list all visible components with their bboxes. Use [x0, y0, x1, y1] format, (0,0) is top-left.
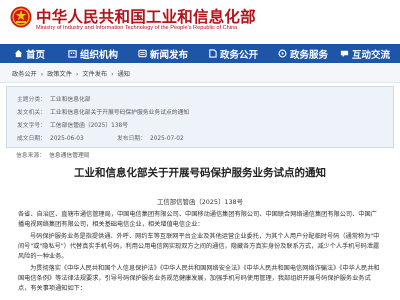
- document-number: 工信部信管函〔2025〕138号: [157, 198, 243, 206]
- info-category-label: 主题分类：: [17, 97, 46, 103]
- info-date-value: 2025-06-03: [50, 136, 84, 142]
- info-pubdate-label: 发布日期：: [117, 136, 146, 142]
- breadcrumb-item-notice[interactable]: 通知: [118, 71, 130, 78]
- nav-item-label: 政务公开: [220, 49, 259, 61]
- info-issuer-label: 发文机关：: [17, 110, 46, 116]
- document-paragraph: 号码保护服务业务是指提供通、外呼、网约车等互联网平台企业及其他运营企业委托，为其…: [18, 232, 383, 262]
- document-info-box: 主题分类： 工业和信息化部 发文机关： 工业和信息化部关于开展号码保护服务业务试点的…: [6, 86, 394, 148]
- public-icon: [209, 49, 217, 58]
- main-nav: 首页 组织机构 新闻发布 政务公开 政务服务 互动交流: [0, 44, 400, 63]
- site-title[interactable]: 中华人民共和国工业和信息化部: [36, 5, 256, 27]
- org-icon: [68, 50, 77, 58]
- info-number-label: 发文字号：: [17, 123, 46, 129]
- document-paragraph: 为贯彻落实《中华人民共和国个人信息保护法》《中华人民共和国网络安全法》《中华人民…: [18, 264, 383, 294]
- nav-item-label: 组织机构: [80, 49, 119, 61]
- info-pubdate-value: 2025-07-02: [150, 136, 184, 142]
- nav-item-label: 新闻发布: [150, 49, 189, 61]
- news-icon: [138, 49, 147, 58]
- info-category: 主题分类： 工业和信息化部: [17, 94, 91, 103]
- document-title: 工业和信息化部关于开展号码保护服务业务试点的通知: [74, 167, 326, 179]
- breadcrumb: 政务公开 › 政策文件 › 文件发布 › 通知: [12, 69, 132, 78]
- info-number: 发文字号： 工信部信管函〔2025〕138号: [17, 120, 128, 129]
- breadcrumb-item-policy[interactable]: 政策文件: [47, 71, 72, 78]
- info-source-label: 信息来源：: [16, 153, 45, 159]
- nav-item-service[interactable]: 政务服务: [278, 44, 328, 63]
- info-number-value: 工信部信管函〔2025〕138号: [50, 123, 128, 129]
- nav-item-home[interactable]: 首页: [14, 44, 45, 63]
- national-emblem-icon: [10, 6, 32, 28]
- nav-item-public[interactable]: 政务公开: [208, 44, 258, 63]
- breadcrumb-separator: ›: [75, 71, 79, 78]
- breadcrumb-item-public[interactable]: 政务公开: [12, 71, 37, 78]
- info-pubdate: 发布日期： 2025-07-02: [117, 133, 184, 142]
- breadcrumb-bar: 政务公开 › 政策文件 › 文件发布 › 通知: [0, 63, 400, 83]
- info-date-label: 成文日期：: [17, 136, 46, 142]
- service-icon: [278, 49, 287, 58]
- info-issuer-value: 工业和信息化部关于开展号码保护服务业务试点的通知: [50, 110, 190, 116]
- site-header: 中华人民共和国工业和信息化部 Ministry of Industry and …: [0, 0, 400, 44]
- breadcrumb-separator: ›: [111, 71, 114, 78]
- home-icon: [14, 49, 23, 58]
- nav-item-organization[interactable]: 组织机构: [68, 44, 118, 63]
- info-source-value: 信息通信管理局: [49, 153, 90, 159]
- nav-item-label: 政务服务: [290, 49, 329, 61]
- document-paragraph: 各省、自治区、直辖市通信管理局，中国电信集团有限公司、中国移动通信集团有限公司、…: [18, 210, 383, 230]
- paragraph-text: 号码保护服务业务是指提供通、外呼、网约车等互联网平台企业及其他运营企业委托，为其…: [18, 233, 380, 260]
- nav-item-label: 首页: [26, 49, 46, 61]
- breadcrumb-separator: ›: [40, 71, 44, 78]
- info-category-value: 工业和信息化部: [50, 97, 91, 103]
- nav-item-news[interactable]: 新闻发布: [138, 44, 188, 63]
- breadcrumb-item-release[interactable]: 文件发布: [82, 71, 107, 78]
- interact-icon: [340, 50, 349, 58]
- info-date: 成文日期： 2025-06-03: [17, 133, 84, 142]
- site-subtitle: Ministry of Industry and Information Tec…: [36, 25, 238, 31]
- nav-item-interact[interactable]: 互动交流: [340, 44, 390, 63]
- info-source-row: 信息来源： 信息通信管理局: [16, 150, 90, 159]
- nav-item-label: 互动交流: [352, 49, 391, 61]
- paragraph-text: 各省、自治区、直辖市通信管理局，中国电信集团有限公司、中国移动通信集团有限公司、…: [18, 211, 377, 228]
- info-issuer: 发文机关： 工业和信息化部关于开展号码保护服务业务试点的通知: [17, 107, 189, 116]
- paragraph-text: 为贯彻落实《中华人民共和国个人信息保护法》《中华人民共和国网络安全法》《中华人民…: [18, 265, 380, 292]
